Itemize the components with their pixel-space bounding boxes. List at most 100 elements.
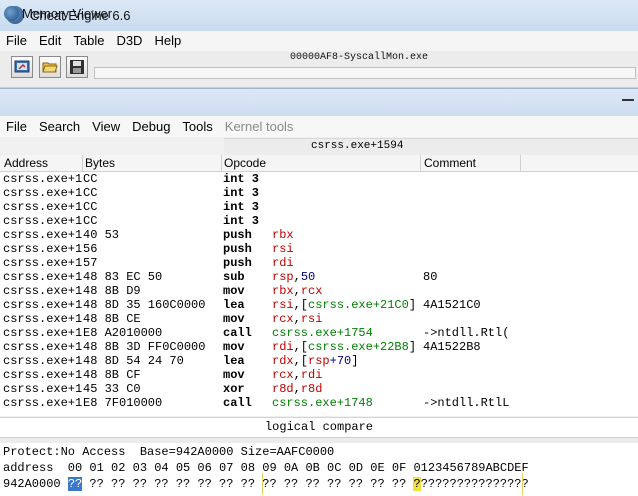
- row-operands: rdi,[csrss.exe+22B8]: [272, 340, 417, 354]
- disassembly-row[interactable]: csrss.exe+15A648 8B CE mov rcx,rsi: [0, 312, 638, 326]
- row-bytes: CC: [83, 186, 98, 200]
- row-comment: ->ntdll.RtlL: [423, 396, 510, 410]
- mv-menu-debug[interactable]: Debug: [126, 116, 176, 137]
- disassembly-row[interactable]: csrss.exe+1593CC int 3: [0, 214, 638, 228]
- row-operands: rdi: [272, 256, 294, 270]
- row-opcode: mov: [223, 340, 245, 354]
- disassembly-row[interactable]: csrss.exe+1591CC int 3: [0, 186, 638, 200]
- row-bytes: 48 8B 3D FF0C0000: [83, 340, 206, 354]
- row-operands: rdx,[rsp+70]: [272, 354, 359, 368]
- mv-menu-file[interactable]: File: [0, 116, 33, 137]
- row-address: csrss.exe+159C: [3, 284, 83, 298]
- disassembly-row[interactable]: csrss.exe+159C48 8B D9 mov rbx,rcx: [0, 284, 638, 298]
- row-address: csrss.exe+1592: [3, 200, 83, 214]
- menu-d3d[interactable]: D3D: [110, 31, 148, 51]
- row-opcode: mov: [223, 368, 245, 382]
- row-comment: 4A1522B8: [423, 340, 481, 354]
- minimize-button[interactable]: [622, 99, 634, 101]
- row-address: csrss.exe+1593: [3, 214, 83, 228]
- hex-row-bytes: ?? ?? ?? ?? ?? ?? ?? ?? ?? ?? ?? ?? ?? ?…: [82, 477, 407, 491]
- column-comment[interactable]: Comment: [424, 156, 476, 170]
- menu-file[interactable]: File: [0, 31, 33, 51]
- open-process-button[interactable]: [11, 56, 33, 78]
- row-address: csrss.exe+15A9: [3, 326, 83, 340]
- mv-menu-kernel-tools: Kernel tools: [224, 119, 294, 134]
- disassembly-row[interactable]: csrss.exe+15A9E8 A2010000 call csrss.exe+1…: [0, 326, 638, 340]
- row-opcode: mov: [223, 312, 245, 326]
- mv-menu-view[interactable]: View: [86, 116, 126, 137]
- disassembler-view[interactable]: csrss.exe+1590CC int 3 csrss.exe+1591CC int…: [0, 172, 638, 416]
- row-bytes: 48 8B CE: [83, 312, 141, 326]
- row-opcode: xor: [223, 382, 245, 396]
- row-opcode: call: [223, 326, 252, 340]
- row-operands: csrss.exe+1748: [272, 396, 373, 410]
- menu-table[interactable]: Table: [67, 31, 110, 51]
- row-bytes: 48 8D 35 160C0000: [83, 298, 206, 312]
- current-address-bar: [224, 138, 638, 155]
- disassembler-header: Address Bytes Opcode Comment: [0, 155, 638, 172]
- row-opcode: mov: [223, 284, 245, 298]
- row-address: csrss.exe+1590: [3, 172, 83, 186]
- row-address: csrss.exe+15AE: [3, 340, 83, 354]
- row-opcode: push: [223, 242, 252, 256]
- row-bytes: 48 8B D9: [83, 284, 141, 298]
- open-file-button[interactable]: [39, 56, 61, 78]
- hex-header: address 00 01 02 03 04 05 06 07 08 09 0A…: [3, 461, 529, 475]
- mv-menu-tools[interactable]: Tools: [176, 116, 218, 137]
- disassembly-row[interactable]: csrss.exe+1592CC int 3: [0, 200, 638, 214]
- open-file-icon: [42, 62, 58, 73]
- hex-selected-byte[interactable]: ??: [67, 477, 83, 491]
- row-bytes: E8 A2010000: [83, 326, 163, 340]
- disassembly-row[interactable]: csrss.exe+15B548 8D 54 24 70 lea rdx,[rsp+…: [0, 354, 638, 368]
- memory-viewer-title: Memory Viewer: [22, 6, 113, 21]
- menu-help[interactable]: Help: [148, 31, 187, 51]
- row-bytes: CC: [83, 172, 98, 186]
- row-bytes: E8 7F010000: [83, 396, 163, 410]
- disassembly-row[interactable]: csrss.exe+15BA48 8B CF mov rcx,rdi: [0, 368, 638, 382]
- hex-row-address: 942A0000: [3, 477, 61, 491]
- row-address: csrss.exe+1591: [3, 186, 83, 200]
- disassembly-row[interactable]: csrss.exe+15C0E8 7F010000 call csrss.exe+1…: [0, 396, 638, 410]
- row-bytes: 48 83 EC 50: [83, 270, 163, 284]
- row-address: csrss.exe+15C0: [3, 396, 83, 410]
- disassembly-row[interactable]: csrss.exe+159440 53 push rbx: [0, 228, 638, 242]
- process-name-label: 00000AF8-SyscallMon.exe: [290, 52, 429, 63]
- hex-row[interactable]: 942A0000 ?? ?? ?? ?? ?? ?? ?? ?? ?? ?? ?…: [3, 477, 529, 491]
- column-address[interactable]: Address: [4, 156, 48, 170]
- mv-menu-search[interactable]: Search: [33, 116, 86, 137]
- hex-view[interactable]: Protect:No Access Base=942A0000 Size=AAF…: [0, 443, 638, 496]
- hex-group-divider: [262, 473, 263, 495]
- menu-edit[interactable]: Edit: [33, 31, 67, 51]
- row-address: csrss.exe+1597: [3, 256, 83, 270]
- disassembly-row[interactable]: csrss.exe+1590CC int 3: [0, 172, 638, 186]
- current-address: csrss.exe+1594: [311, 140, 404, 152]
- memory-viewer-title-bar: [0, 88, 638, 116]
- disassembly-row[interactable]: csrss.exe+15BD45 33 C0 xor r8d,r8d: [0, 382, 638, 396]
- row-address: csrss.exe+15BD: [3, 382, 83, 396]
- row-bytes: 57: [83, 256, 98, 270]
- save-button[interactable]: [66, 56, 88, 78]
- disassembly-row[interactable]: csrss.exe+159F48 8D 35 160C0000 lea rsi,[c…: [0, 298, 638, 312]
- memory-viewer-logo-icon: [4, 6, 19, 21]
- row-opcode: int 3: [223, 200, 260, 214]
- disassembly-row[interactable]: csrss.exe+15AE48 8B 3D FF0C0000 mov rdi,[c…: [0, 340, 638, 354]
- disassembly-row[interactable]: csrss.exe+159656 push rsi: [0, 242, 638, 256]
- row-operands: rcx,rdi: [272, 368, 323, 382]
- open-process-icon: [14, 60, 30, 73]
- disassembly-row[interactable]: csrss.exe+159757 push rdi: [0, 256, 638, 270]
- disassembly-row[interactable]: csrss.exe+159848 83 EC 50 sub rsp,50 80: [0, 270, 638, 284]
- row-opcode: int 3: [223, 186, 260, 200]
- instruction-description: logical compare: [264, 420, 374, 434]
- progress-bar: [94, 67, 636, 79]
- main-menu-bar: File Edit Table D3D Help: [0, 31, 638, 51]
- row-comment: 4A1521C0: [423, 298, 481, 312]
- row-opcode: int 3: [223, 172, 260, 186]
- row-operands: rsp,50: [272, 270, 316, 284]
- row-bytes: 40 53: [83, 228, 120, 242]
- memory-viewer-menu-bar: File Search View Debug Tools Kernel tools: [0, 116, 638, 137]
- column-bytes[interactable]: Bytes: [85, 156, 115, 170]
- row-operands: rcx,rsi: [272, 312, 323, 326]
- row-opcode: push: [223, 256, 252, 270]
- column-opcode[interactable]: Opcode: [224, 156, 266, 170]
- row-bytes: 48 8D 54 24 70: [83, 354, 184, 368]
